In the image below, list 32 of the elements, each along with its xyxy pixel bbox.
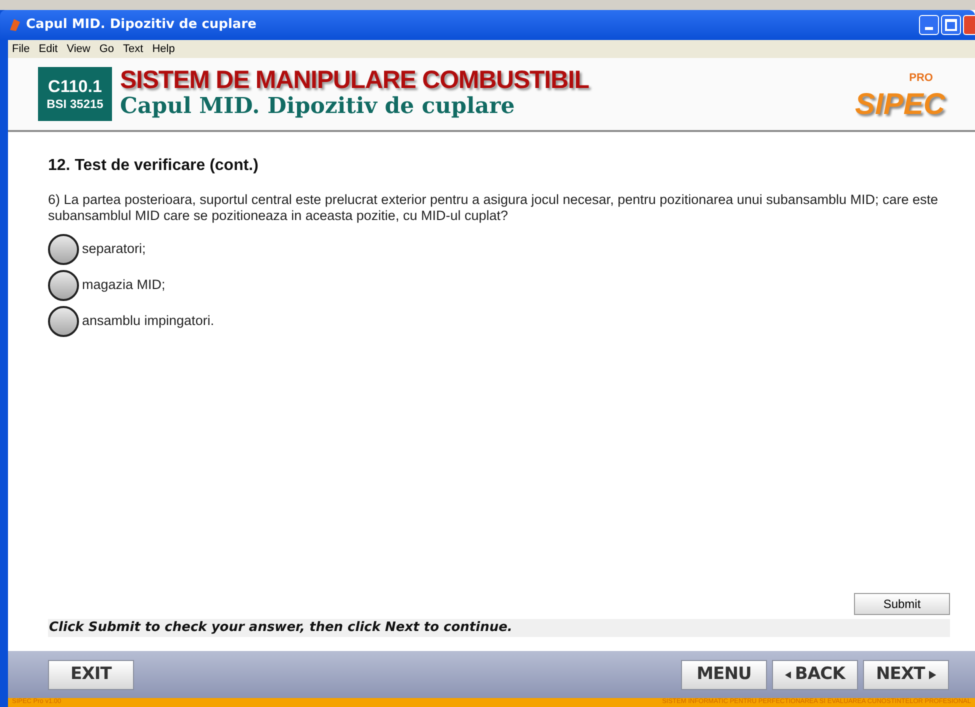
banner-subtitle: Capul MID. Dipozitiv de cuplare: [120, 92, 516, 120]
maximize-button[interactable]: [941, 15, 961, 35]
course-code: C110.1: [48, 76, 102, 98]
standard-code: BSI 35215: [46, 97, 104, 112]
instruction-text: Click Submit to check your answer, then click Next to continue.: [49, 619, 512, 638]
section-title: 12. Test de verificare (cont.): [48, 156, 260, 176]
option-label: magazia MID;: [82, 276, 166, 294]
option-label: separatori;: [82, 240, 146, 258]
menu-item[interactable]: File: [12, 40, 30, 58]
menu-item[interactable]: View: [66, 40, 90, 58]
menu-button[interactable]: MENU: [681, 660, 767, 690]
menu-item[interactable]: Text: [123, 40, 144, 58]
right-triangle-icon: [928, 668, 936, 680]
exit-button[interactable]: EXIT: [48, 660, 134, 690]
submit-button[interactable]: Submit: [854, 593, 950, 615]
app-icon: [8, 18, 22, 32]
menu-item[interactable]: Edit: [38, 40, 58, 58]
radio-button[interactable]: [48, 270, 79, 301]
next-button[interactable]: NEXT: [863, 660, 949, 690]
window-title: Capul MID. Dipozitiv de cuplare: [26, 16, 256, 34]
close-button[interactable]: [963, 15, 975, 35]
menu-item[interactable]: Help: [152, 40, 175, 58]
question-text: 6) La partea posterioara, suportul central este prelucrat exterior pentru a asigura jocul necesar, pentru pozitionarea unui subansamblu MID; care este subansamblul MID care se pozitioneaza in aceasta pozitie, cu MID-ul cuplat?: [48, 192, 939, 224]
option-label: ansamblu impingatori.: [82, 312, 214, 330]
sipec-logo: PRO SIPEC: [854, 71, 946, 120]
banner-title: SISTEM DE MANIPULARE COMBUSTIBIL: [120, 68, 589, 93]
minimize-button[interactable]: [919, 15, 939, 35]
radio-button[interactable]: [48, 306, 79, 337]
back-button[interactable]: BACK: [772, 660, 858, 690]
menu-item[interactable]: Go: [99, 40, 114, 58]
radio-button[interactable]: [48, 234, 79, 265]
left-triangle-icon: [785, 668, 791, 680]
